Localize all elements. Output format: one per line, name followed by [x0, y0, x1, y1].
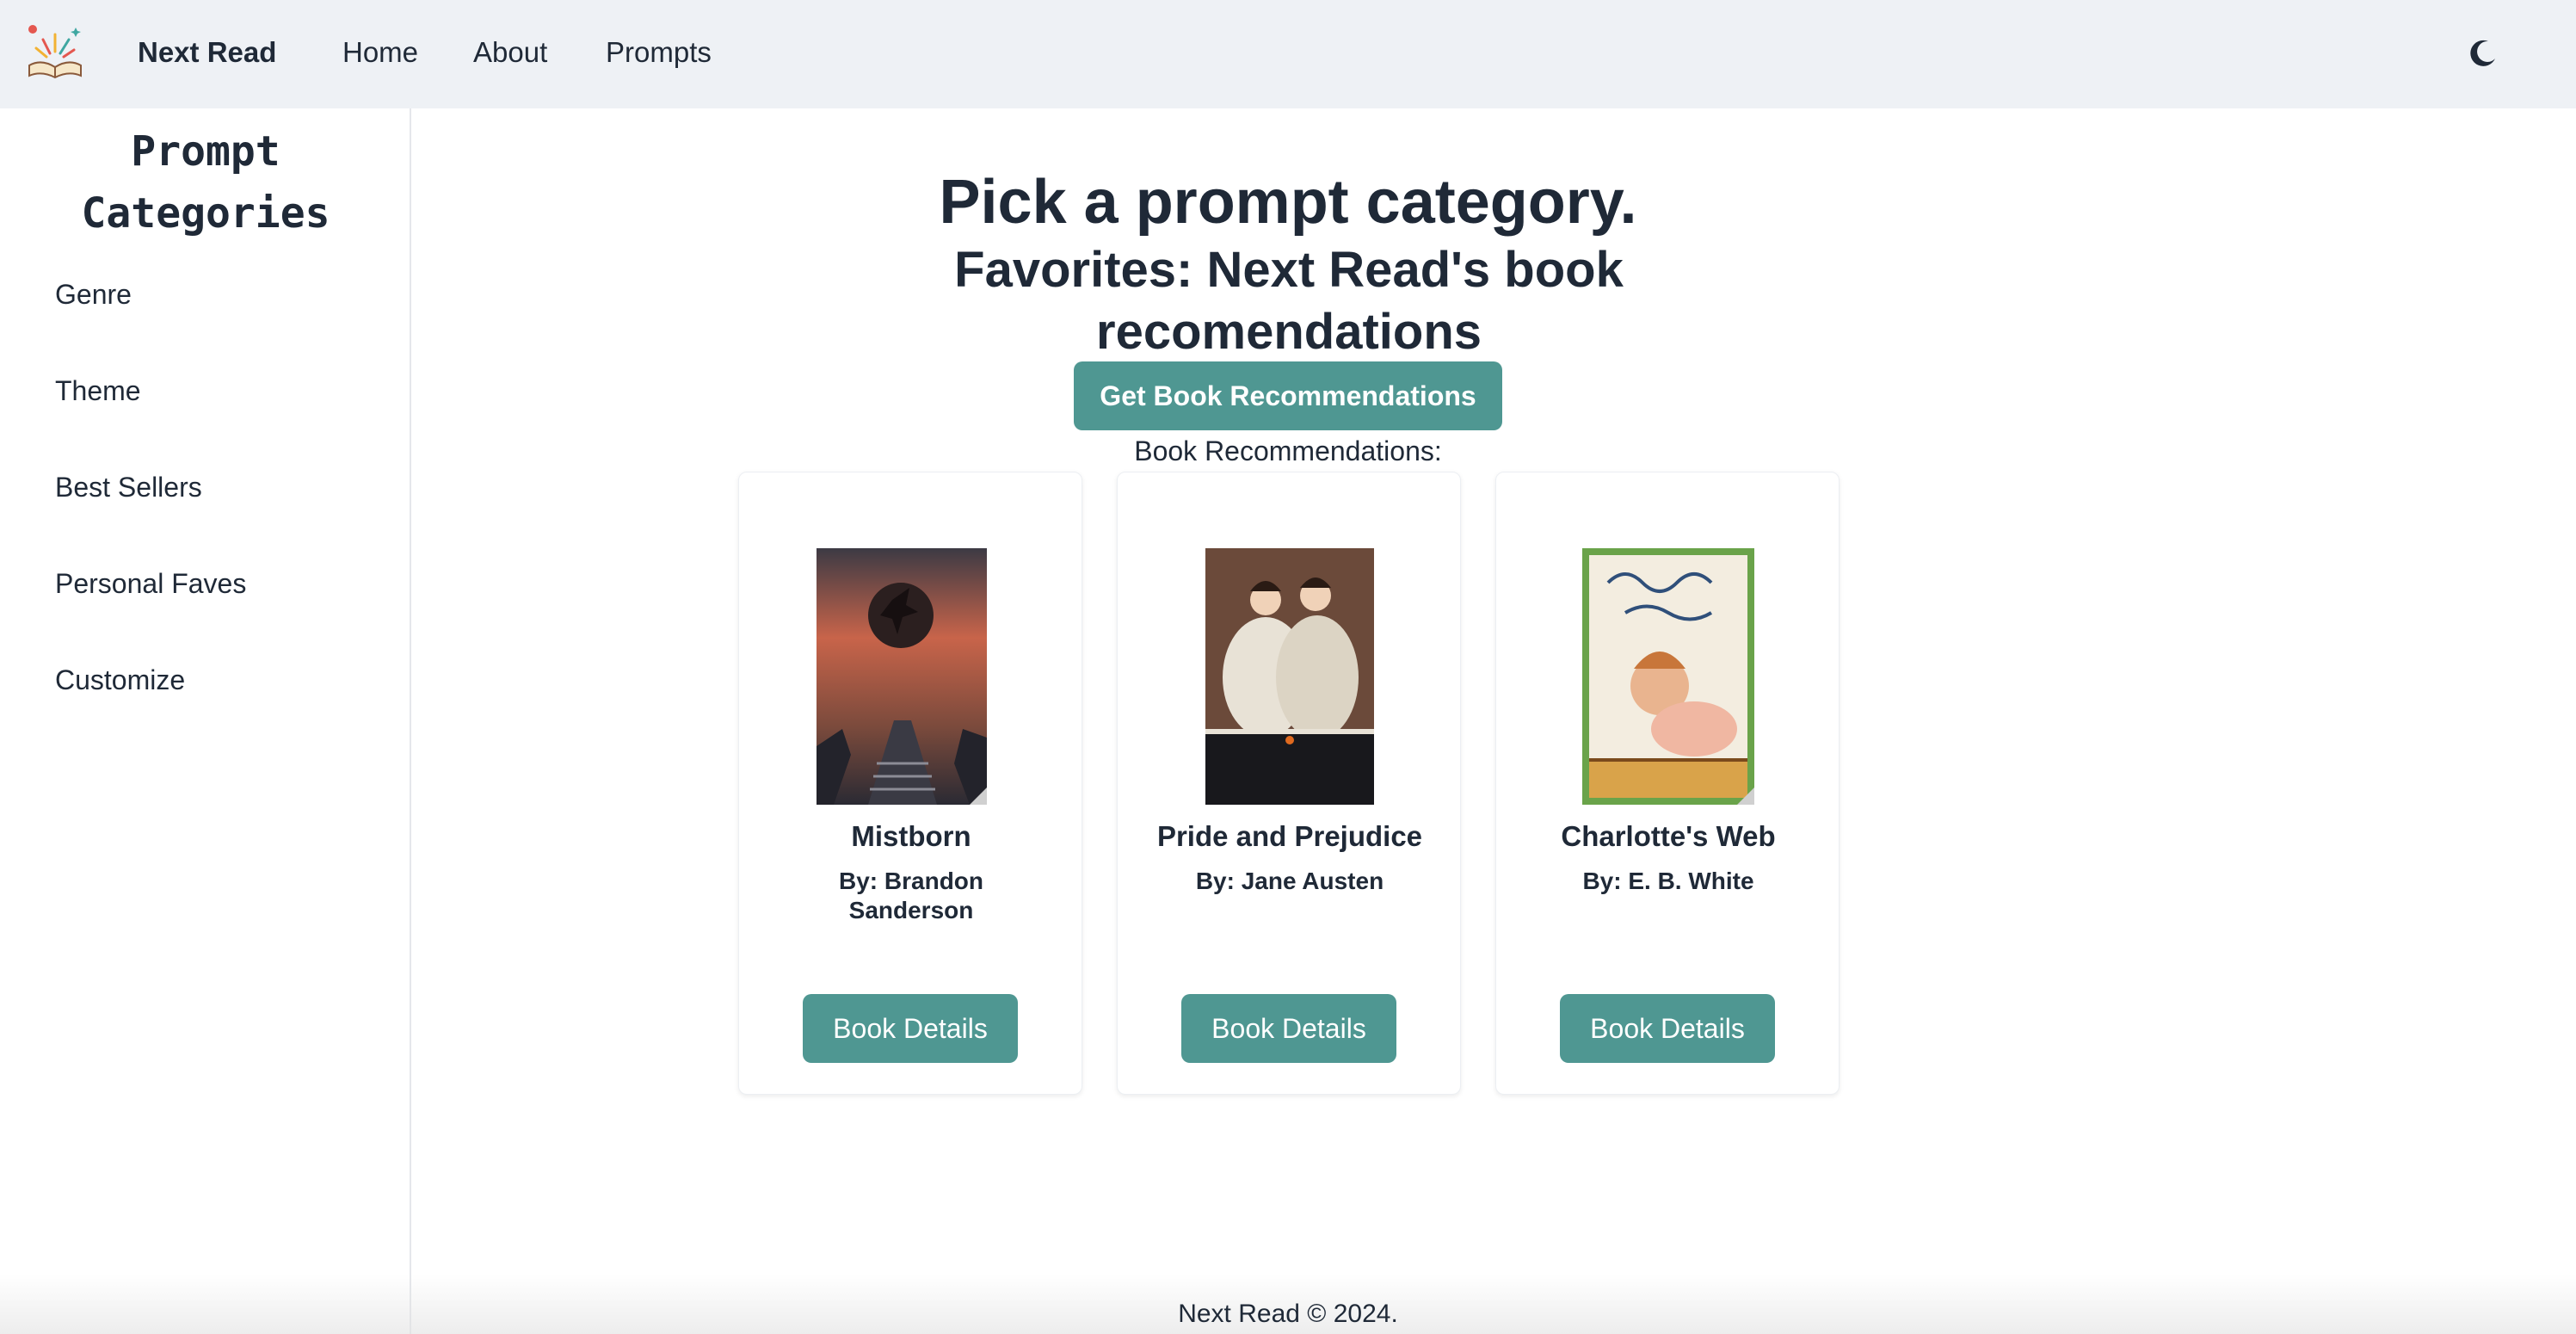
book-details-button[interactable]: Book Details — [803, 994, 1018, 1063]
book-author: By: Brandon Sanderson — [839, 868, 983, 923]
book-cover-charlottes-web[interactable] — [1582, 548, 1754, 805]
book-details-button[interactable]: Book Details — [1560, 994, 1775, 1063]
footer: Next Read © 2024. — [1178, 1300, 1398, 1328]
moon-icon[interactable] — [2468, 38, 2499, 69]
book-cover-mistborn[interactable] — [817, 548, 987, 805]
brand-name[interactable]: Next Read — [138, 36, 276, 69]
sidebar: Prompt Categories Genre Theme Best Selle… — [0, 108, 411, 1334]
sidebar-item-personal-faves[interactable]: Personal Faves — [55, 568, 246, 600]
book-details-button[interactable]: Book Details — [1181, 994, 1396, 1063]
get-recommendations-button[interactable]: Get Book Recommendations — [1074, 361, 1502, 430]
book-title: Charlotte's Web — [1561, 820, 1776, 852]
recommendations-label: Book Recommendations: — [1134, 435, 1442, 466]
book-title: Mistborn — [851, 820, 971, 852]
nav-link-prompts[interactable]: Prompts — [606, 36, 712, 69]
sidebar-item-theme[interactable]: Theme — [55, 375, 141, 407]
nav-link-home[interactable]: Home — [342, 36, 418, 69]
book-cover-pride-and-prejudice[interactable] — [1205, 548, 1374, 805]
top-navbar: Next Read Home About Prompts — [0, 0, 2576, 108]
page-subtitle: Favorites: Next Read's book recomendatio… — [954, 242, 1624, 360]
book-card-mistborn: Mistborn By: Brandon Sanderson Book Deta… — [738, 472, 1082, 1095]
nav-link-about[interactable]: About — [473, 36, 547, 69]
sidebar-item-best-sellers[interactable]: Best Sellers — [55, 472, 202, 503]
page-title: Pick a prompt category. — [939, 168, 1637, 237]
book-author: By: E. B. White — [1582, 868, 1754, 894]
sidebar-item-genre[interactable]: Genre — [55, 279, 132, 311]
sidebar-title: Prompt Categories — [81, 127, 330, 238]
book-card-pride-and-prejudice: Pride and Prejudice By: Jane Austen Book… — [1117, 472, 1461, 1095]
sidebar-item-customize[interactable]: Customize — [55, 664, 185, 696]
book-card-charlottes-web: Charlotte's Web By: E. B. White Book Det… — [1495, 472, 1840, 1095]
book-author: By: Jane Austen — [1195, 868, 1384, 894]
open-book-sparkle-icon[interactable] — [24, 22, 86, 84]
book-title: Pride and Prejudice — [1156, 820, 1423, 852]
